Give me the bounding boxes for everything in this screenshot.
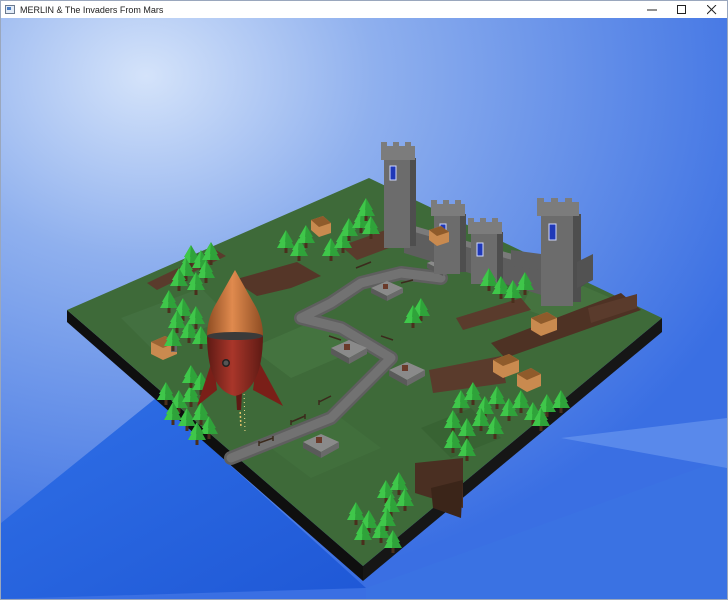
minimize-icon bbox=[647, 9, 657, 10]
close-button[interactable] bbox=[697, 1, 727, 18]
game-viewport[interactable] bbox=[1, 18, 727, 599]
maximize-button[interactable] bbox=[667, 1, 697, 18]
game-scene[interactable] bbox=[1, 18, 727, 599]
castle-tower bbox=[537, 198, 581, 306]
app-icon bbox=[5, 5, 15, 14]
maximize-icon bbox=[677, 4, 686, 14]
rocket-band bbox=[207, 332, 263, 340]
castle-tower bbox=[381, 142, 416, 248]
window-controls bbox=[637, 1, 727, 18]
game-window: MERLIN & The Invaders From Mars bbox=[0, 0, 728, 600]
close-icon bbox=[707, 4, 717, 14]
title-bar[interactable]: MERLIN & The Invaders From Mars bbox=[1, 1, 727, 18]
minimize-button[interactable] bbox=[637, 1, 667, 18]
window-title: MERLIN & The Invaders From Mars bbox=[20, 4, 164, 15]
